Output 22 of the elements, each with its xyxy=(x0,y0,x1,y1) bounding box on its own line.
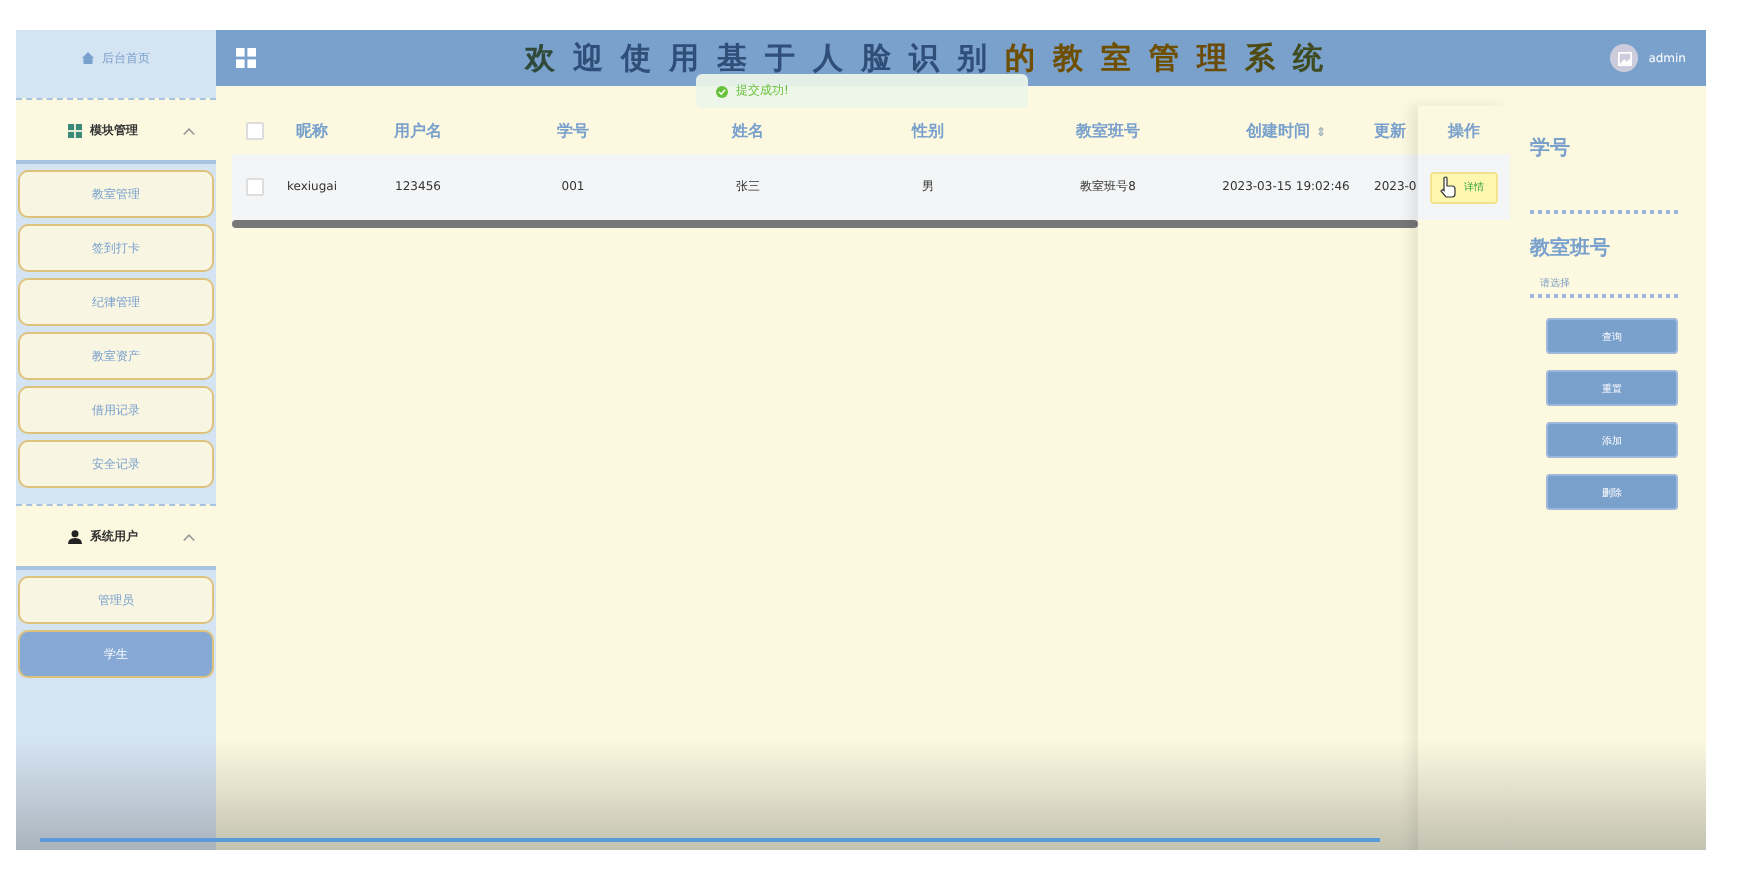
row-checkbox[interactable] xyxy=(245,178,263,196)
column-header: 性别 xyxy=(909,119,946,141)
user-icon xyxy=(68,529,82,543)
pointer-cursor-icon xyxy=(1440,176,1456,198)
column-header: 操作 xyxy=(1445,119,1482,143)
column-header: 学号 xyxy=(555,119,591,141)
menu-icon[interactable] xyxy=(236,48,256,68)
column-header: 姓名 xyxy=(729,119,766,141)
column-header: 用户名 xyxy=(392,119,444,141)
column-header: 昵称 xyxy=(294,119,330,141)
horizontal-scrollbar[interactable] xyxy=(232,220,1418,228)
select-all-checkbox[interactable] xyxy=(245,121,263,139)
home-icon xyxy=(82,52,94,64)
system-title: 欢迎使用基于人脸识别的教室管理系统 xyxy=(522,39,1344,77)
column-header: 更新 xyxy=(1374,119,1408,141)
field-label: 学号 xyxy=(1530,135,1572,162)
check-circle-icon xyxy=(716,85,728,97)
column-header: 教室班号 xyxy=(1074,119,1142,141)
column-header[interactable]: 创建时间 xyxy=(1245,121,1310,139)
field-label: 教室班号 xyxy=(1530,234,1612,262)
avatar-icon[interactable] xyxy=(1610,44,1639,72)
grid-icon xyxy=(68,123,82,137)
